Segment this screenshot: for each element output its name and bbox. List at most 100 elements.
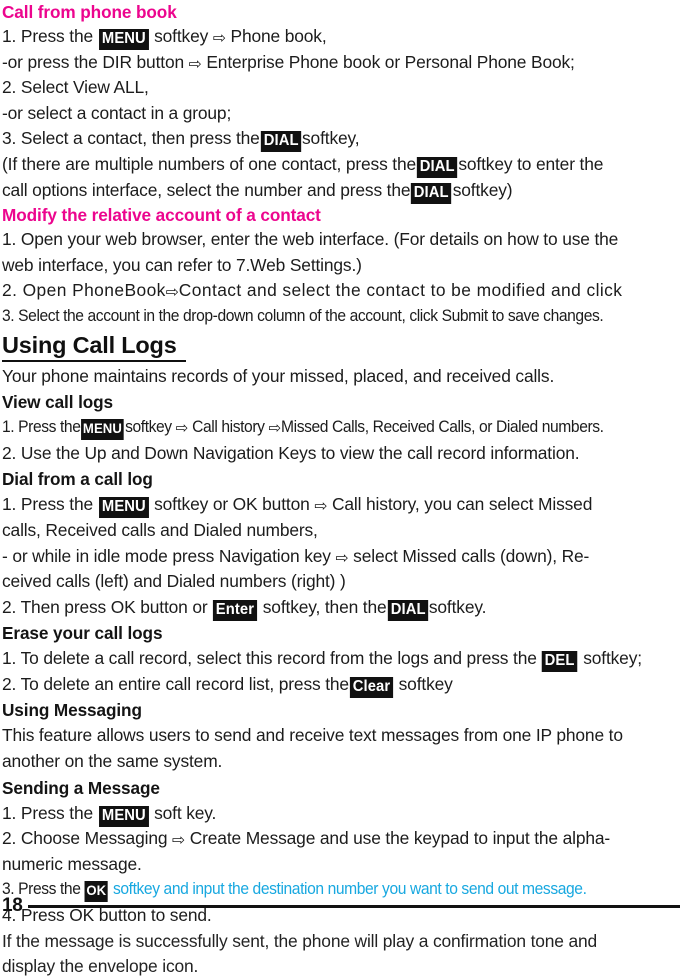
text-run: 1. Press the (2, 418, 81, 437)
subsection-erase-your-call-logs: Erase your call logs 1. To delete a call … (2, 620, 680, 698)
text-run: 1. Press the (2, 494, 98, 515)
text-run: 2. Then press OK button or (2, 596, 213, 617)
text-run: calls, Received calls and Dialed numbers… (2, 519, 318, 540)
text-run: Enterprise Phone book or Personal Phone … (201, 51, 575, 72)
key-badge-dial: DIAL (411, 182, 452, 204)
text-run: softkey) (452, 179, 513, 200)
text-line: 2. Use the Up and Down Navigation Keys t… (2, 441, 680, 467)
text-run: Create Message and use the keypad to inp… (185, 828, 611, 849)
text-run: Call history, you can select Missed (327, 494, 593, 515)
text-run: Call history (188, 418, 269, 437)
rightwards-white-arrow-icon: ⇨ (314, 497, 328, 516)
text-line: 2. Choose Messaging ⇨ Create Message and… (2, 826, 680, 852)
text-run: soft key. (149, 802, 217, 823)
section-heading-magenta: Modify the relative account of a contact (2, 205, 321, 226)
rightwards-white-arrow-icon: ⇨ (188, 54, 202, 73)
text-run: 3. Select a contact, then press the (2, 128, 260, 149)
text-run: select Missed calls (down), Re- (348, 545, 590, 566)
text-run: - or while in idle mode press Navigation… (2, 545, 336, 566)
text-line: ceived calls (left) and Dialed numbers (… (2, 569, 680, 595)
text-line: 2. Select View ALL, (2, 75, 680, 101)
key-badge-dial: DIAL (416, 156, 458, 178)
key-badge-clear: Clear (349, 676, 394, 698)
key-badge-enter: Enter (213, 599, 258, 621)
section-heading-major: Using Call Logs (2, 330, 186, 362)
text-run: call options interface, select the numbe… (2, 179, 411, 200)
text-line: web interface, you can refer to 7.Web Se… (2, 253, 680, 279)
subsection-sending-a-message: Sending a Message 1. Press the MENU soft … (2, 775, 680, 980)
text-run: numeric message. (2, 853, 142, 874)
text-line: (If there are multiple numbers of one co… (2, 152, 680, 178)
page-footer: 18 (2, 896, 680, 916)
text-line: 1. Press the MENU softkey ⇨ Phone book, (2, 24, 680, 50)
text-run: web interface, you can refer to 7.Web Se… (2, 254, 362, 275)
text-line: 1. Press the MENU soft key. (2, 801, 680, 827)
subsection-heading: Dial from a call log (2, 469, 153, 490)
text-line: -or select a contact in a group; (2, 101, 680, 127)
text-line: -or press the DIR button ⇨ Enterprise Ph… (2, 50, 680, 76)
text-run: 2. Use the Up and Down Navigation Keys t… (2, 442, 580, 463)
text-run: -or select a contact in a group; (2, 102, 232, 123)
section-modify-relative-account: Modify the relative account of a contact… (2, 203, 680, 329)
text-line: display the envelope icon. (2, 954, 680, 980)
text-line: 3. Select the account in the drop-down c… (2, 304, 656, 330)
manual-page: Call from phone book 1. Press the MENU so… (0, 0, 682, 976)
text-run: Phone book, (225, 26, 327, 46)
text-run: softkey (125, 418, 176, 437)
key-badge-menu: MENU (98, 497, 149, 519)
key-badge-menu: MENU (98, 29, 149, 50)
rightwards-white-arrow-icon: ⇨ (212, 29, 226, 47)
text-run: softkey (393, 673, 453, 694)
section-using-call-logs: Using Call Logs Your phone maintains reco… (2, 330, 680, 980)
text-run: softkey (149, 26, 213, 46)
text-run: softkey, then the (258, 596, 387, 617)
text-run: Contact and select the contact to be mod… (178, 280, 623, 301)
text-line: If the message is successfully sent, the… (2, 929, 680, 955)
page-content: Call from phone book 1. Press the MENU so… (2, 0, 680, 980)
text-run: softkey. (428, 596, 487, 617)
text-run: 2. Choose Messaging (2, 828, 173, 849)
key-badge-del: DEL (542, 651, 578, 673)
text-line: 1. Press the MENU softkey ⇨ Call history ⇨… (2, 415, 656, 441)
text-run: If the message is successfully sent, the… (2, 930, 598, 951)
rightwards-white-arrow-icon: ⇨ (165, 283, 179, 302)
text-run: softkey; (578, 648, 642, 669)
key-badge-dial: DIAL (260, 131, 302, 153)
text-run: 2. To delete an entire call record list,… (2, 673, 349, 694)
key-badge-menu: MENU (81, 419, 125, 441)
text-line: another on the same system. (2, 749, 680, 775)
text-run: 1. Press the (2, 802, 98, 823)
text-run: display the envelope icon. (2, 956, 199, 977)
rightwards-white-arrow-icon: ⇨ (172, 831, 186, 850)
text-line: calls, Received calls and Dialed numbers… (2, 518, 680, 544)
text-line: This feature allows users to send and re… (2, 723, 680, 749)
text-line: 2. To delete an entire call record list,… (2, 672, 680, 698)
subsection-using-messaging: Using Messaging This feature allows users… (2, 697, 680, 774)
subsection-heading: Using Messaging (2, 700, 142, 721)
text-run: ceived calls (left) and Dialed numbers (… (2, 571, 346, 592)
text-line: 2. Then press OK button or Enter softkey… (2, 595, 680, 621)
section-call-from-phone-book: Call from phone book 1. Press the MENU so… (2, 0, 680, 204)
text-run: 1. Press the (2, 26, 98, 46)
key-badge-dial: DIAL (387, 599, 428, 621)
rightwards-white-arrow-icon: ⇨ (335, 548, 349, 567)
text-line: 1. Press the MENU softkey or OK button ⇨… (2, 492, 680, 519)
text-line: 3. Select a contact, then press the DIAL s… (2, 126, 680, 153)
text-run: This feature allows users to send and re… (2, 725, 623, 746)
text-run: 2. Open PhoneBook (2, 280, 166, 301)
text-line: 1. Open your web browser, enter the web … (2, 227, 680, 253)
text-run: 2. Select View ALL, (2, 77, 149, 98)
text-run: -or press the DIR button (2, 51, 189, 72)
text-run: softkey or OK button (149, 494, 315, 515)
subsection-view-call-logs: View call logs 1. Press the MENU softkey ⇨ … (2, 389, 680, 466)
page-number: 18 (2, 895, 23, 916)
subsection-heading: View call logs (2, 392, 114, 413)
text-run: 1. To delete a call record, select this … (2, 648, 542, 669)
text-run: softkey to enter the (458, 153, 604, 174)
text-line: call options interface, select the numbe… (2, 178, 680, 204)
text-line: Your phone maintains records of your mis… (2, 364, 680, 390)
text-run: Your phone maintains records of your mis… (2, 365, 555, 386)
text-line: 2. Open PhoneBook⇨Contact and select the… (2, 278, 680, 304)
text-run: Missed Calls, Received Calls, or Dialed … (281, 418, 604, 437)
subsection-dial-from-call-log: Dial from a call log 1. Press the MENU so… (2, 466, 680, 621)
